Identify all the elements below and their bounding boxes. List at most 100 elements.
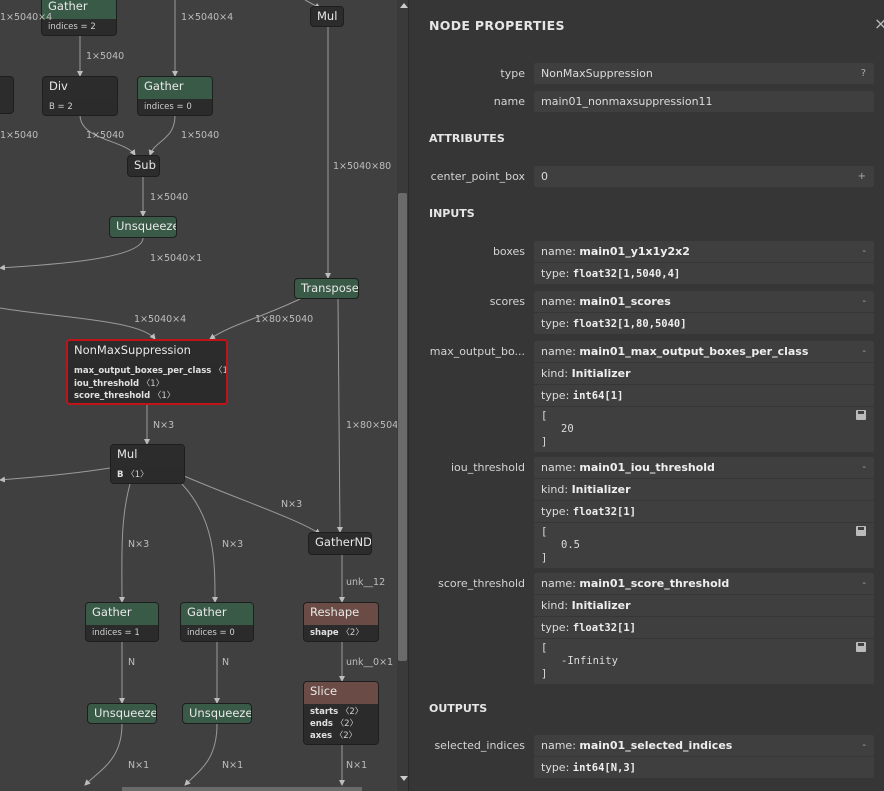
collapse-icon[interactable]: - xyxy=(862,241,866,262)
node-attribute: ends 〈2〉 xyxy=(310,719,359,729)
node-title: NonMaxSuppression xyxy=(68,341,226,363)
graph-canvas[interactable]: Gather indices = 2 Mul Div B = 2 Gather … xyxy=(0,0,408,791)
close-icon[interactable]: × xyxy=(874,14,884,33)
graph-node-unsqueeze-2[interactable]: Unsqueeze xyxy=(182,703,252,724)
scrollbar-thumb[interactable] xyxy=(398,193,407,661)
scroll-down-arrow-icon[interactable] xyxy=(400,776,408,781)
node-attribute: iou_threshold 〈1〉 xyxy=(74,378,165,389)
node-attribute: indices = 1 xyxy=(86,625,158,641)
output-field-selected-indices: name: main01_selected_indices - type: int… xyxy=(534,735,874,778)
collapse-icon[interactable]: - xyxy=(862,291,866,312)
attributes-header: ATTRIBUTES xyxy=(429,132,505,145)
edge-label: N×1 xyxy=(222,760,244,771)
inputs-header: INPUTS xyxy=(429,207,475,220)
edge-label: N×3 xyxy=(128,539,150,550)
input-field-scores: name: main01_scores - type: float32[1,80,… xyxy=(534,291,874,334)
input-name: main01_max_output_boxes_per_class xyxy=(579,345,809,358)
edge-label: 1×5040 xyxy=(181,130,220,141)
graph-node-unsqueeze-1[interactable]: Unsqueeze xyxy=(87,703,157,724)
collapse-icon[interactable]: - xyxy=(862,457,866,478)
help-icon[interactable]: ? xyxy=(861,63,866,84)
save-icon[interactable] xyxy=(856,642,866,652)
node-title: Unsqueeze xyxy=(94,706,157,720)
name-value: main01_nonmaxsuppression11 xyxy=(541,95,713,108)
edge xyxy=(0,237,144,271)
graph-node-mul[interactable]: Mul B 〈1〉 xyxy=(110,444,185,484)
node-properties-panel: NODE PROPERTIES × type NonMaxSuppression… xyxy=(408,0,884,791)
edge-label: 1×5040 xyxy=(86,130,125,141)
graph-node-gathernd[interactable]: GatherND xyxy=(308,532,372,555)
input-kind: Initializer xyxy=(571,367,631,380)
edge-label: unk__0×1 xyxy=(346,657,394,668)
outputs-header: OUTPUTS xyxy=(429,702,488,715)
edge xyxy=(148,114,176,156)
input-label: boxes xyxy=(492,245,525,258)
node-attribute: starts 〈2〉 xyxy=(310,707,364,717)
edge-label: 1×5040 xyxy=(86,51,125,62)
input-label: score_threshold xyxy=(438,577,525,590)
graph-node-partial[interactable] xyxy=(0,76,14,114)
node-attribute: axes 〈2〉 xyxy=(310,731,358,741)
input-label: scores xyxy=(489,295,525,308)
node-title: Reshape xyxy=(304,603,378,625)
edge xyxy=(0,307,156,340)
graph-node-gather-mid[interactable]: Gather indices = 0 xyxy=(137,76,213,116)
graph-node-div[interactable]: Div B = 2 xyxy=(42,76,118,116)
save-icon[interactable] xyxy=(856,526,866,536)
edge-label: 1×5040×1 xyxy=(150,253,203,264)
scroll-up-arrow-icon[interactable] xyxy=(400,3,408,8)
collapse-icon[interactable]: - xyxy=(862,573,866,594)
save-icon[interactable] xyxy=(856,410,866,420)
edge-label: 1×5040 xyxy=(0,130,39,141)
tensor-value: [ 0.5 ] xyxy=(534,522,874,568)
edge-label: 1×5040 xyxy=(150,192,189,203)
graph-node-mul-top[interactable]: Mul xyxy=(310,6,344,27)
graph-node-nonmaxsuppression[interactable]: NonMaxSuppression max_output_boxes_per_c… xyxy=(66,339,228,405)
edge xyxy=(84,723,123,786)
edge-label: 1×80×5040 xyxy=(255,314,314,325)
node-title: Unsqueeze xyxy=(189,706,252,720)
output-type: int64[N,3] xyxy=(572,762,636,774)
collapse-icon[interactable]: - xyxy=(862,735,866,756)
graph-node-gather-top[interactable]: Gather indices = 2 xyxy=(41,0,117,36)
edge-label: 1×5040×80 xyxy=(333,161,392,172)
input-name: main01_scores xyxy=(579,295,671,308)
graph-node-sub[interactable]: Sub xyxy=(127,155,160,177)
graph-node-gather-0[interactable]: Gather indices = 0 xyxy=(180,602,254,642)
node-attribute: indices = 0 xyxy=(181,625,253,641)
input-type: float32[1,80,5040] xyxy=(572,318,687,330)
input-field-score-threshold: name: main01_score_threshold - kind: Init… xyxy=(534,573,874,684)
node-title: Gather xyxy=(42,0,116,19)
expand-icon[interactable]: + xyxy=(858,166,866,187)
attribute-field: 0 + xyxy=(534,166,874,187)
input-name: main01_y1x1y2x2 xyxy=(579,245,690,258)
input-type: float32[1,5040,4] xyxy=(572,268,681,280)
attribute-value: 0 xyxy=(541,170,548,183)
node-title: Unsqueeze xyxy=(116,219,177,233)
node-title: Div xyxy=(43,77,117,99)
graph-node-gather-1[interactable]: Gather indices = 1 xyxy=(85,602,159,642)
node-attribute: B 〈1〉 xyxy=(111,467,184,483)
graph-node-unsqueeze[interactable]: Unsqueeze xyxy=(109,216,177,238)
node-title: Gather xyxy=(181,603,253,625)
node-attribute: B = 2 xyxy=(43,99,117,115)
type-field: NonMaxSuppression? xyxy=(534,63,874,84)
edge-label: N×1 xyxy=(128,760,150,771)
input-type: float32[1] xyxy=(572,506,636,518)
graph-node-transpose[interactable]: Transpose xyxy=(294,278,359,299)
node-title: GatherND xyxy=(315,535,372,549)
attribute-label: center_point_box xyxy=(430,170,525,183)
graph-node-reshape[interactable]: Reshape shape 〈2〉 xyxy=(303,602,379,642)
edge-label: unk__12 xyxy=(346,577,386,588)
collapse-icon[interactable]: - xyxy=(862,341,866,362)
edge-label: N xyxy=(128,657,136,668)
input-label: iou_threshold xyxy=(450,461,525,474)
edge xyxy=(181,483,218,603)
horizontal-scrollbar-thumb[interactable] xyxy=(122,787,362,791)
graph-node-slice[interactable]: Slice starts 〈2〉 ends 〈2〉 axes 〈2〉 xyxy=(303,681,379,745)
output-name: main01_selected_indices xyxy=(579,739,733,752)
vertical-scrollbar[interactable] xyxy=(397,0,408,791)
node-attribute: indices = 2 xyxy=(42,19,116,35)
input-type: int64[1] xyxy=(572,390,624,402)
edge-label: 1×5040×4 xyxy=(134,314,187,325)
